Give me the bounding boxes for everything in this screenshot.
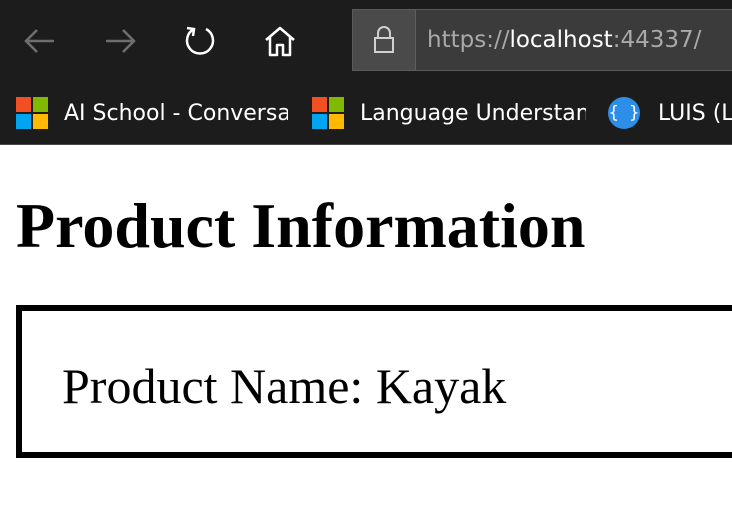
- favorite-luis[interactable]: { } LUIS (La: [608, 82, 732, 144]
- url-scheme: https://: [427, 27, 510, 53]
- json-braces-icon: { }: [608, 97, 640, 129]
- forward-arrow-icon: [106, 29, 136, 53]
- browser-toolbar: https://localhost:44337/: [0, 0, 732, 82]
- refresh-icon: [185, 26, 215, 55]
- favorite-label: Language Understanc: [360, 100, 586, 126]
- url-port-path: :44337/: [612, 27, 702, 53]
- microsoft-logo-icon: [16, 97, 48, 129]
- favorites-bar: AI School - Conversat Language Understan…: [0, 82, 732, 145]
- back-button[interactable]: [20, 21, 60, 61]
- url-text[interactable]: https://localhost:44337/: [427, 25, 701, 55]
- product-name: Product Name: Kayak: [62, 358, 507, 414]
- address-bar[interactable]: https://localhost:44337/: [352, 9, 732, 71]
- product-info-box: Product Name: Kayak: [16, 305, 732, 458]
- favorite-label: AI School - Conversat: [64, 100, 288, 126]
- refresh-button[interactable]: [180, 21, 220, 61]
- favorite-language-understanding[interactable]: Language Understanc: [312, 82, 586, 144]
- forward-button[interactable]: [100, 21, 140, 61]
- favorite-ai-school[interactable]: AI School - Conversat: [16, 82, 288, 144]
- favorite-label: LUIS (La: [658, 100, 732, 126]
- home-button[interactable]: [260, 21, 300, 61]
- lock-icon: [374, 26, 394, 53]
- home-icon: [265, 26, 295, 57]
- microsoft-logo-icon: [312, 97, 344, 129]
- page-title: Product Information: [16, 190, 586, 261]
- back-arrow-icon: [24, 29, 54, 53]
- site-info-button[interactable]: [353, 10, 416, 70]
- url-host: localhost: [509, 27, 613, 53]
